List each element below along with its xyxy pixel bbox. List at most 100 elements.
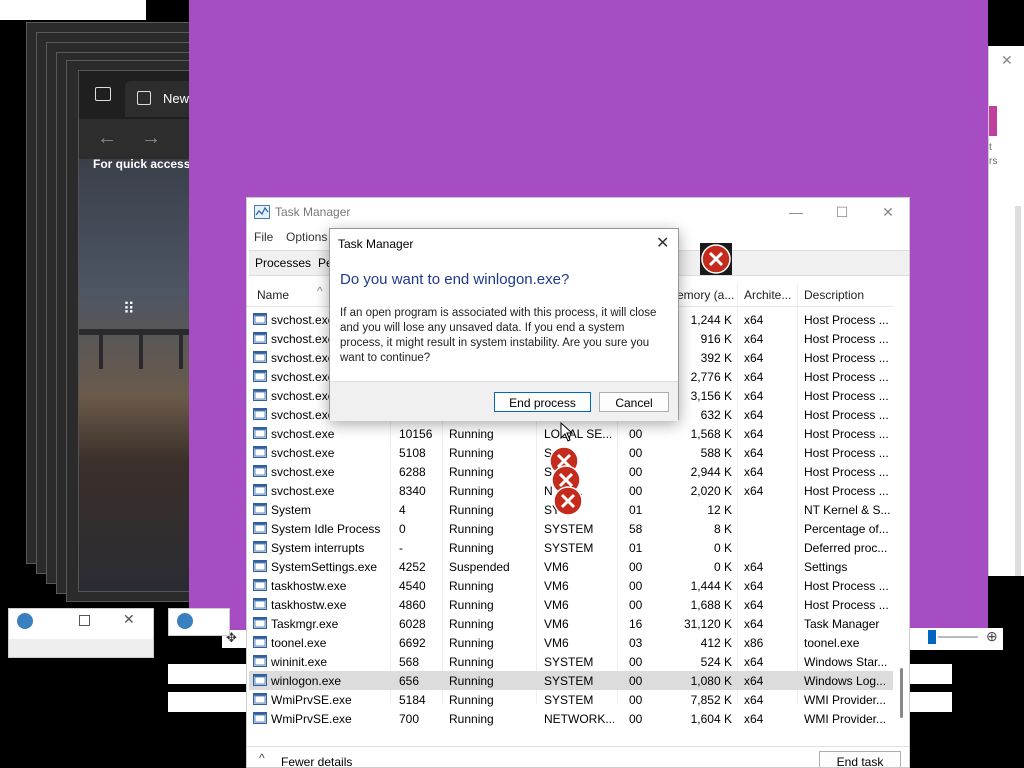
process-name: svchost.exe	[271, 446, 335, 460]
process-pid: 568	[399, 655, 420, 669]
minimize-icon[interactable]: —	[773, 198, 819, 226]
zoom-slider-track[interactable]	[938, 636, 978, 638]
table-row[interactable]: taskhostw.exe 4540 Running VM6 00 1,444 K x64 H…	[249, 576, 893, 595]
process-pid: 656	[399, 674, 420, 688]
process-architecture: x64	[744, 579, 764, 593]
tab-actions-icon[interactable]	[95, 87, 111, 101]
process-memory: 2,020 K	[690, 484, 732, 498]
column-architecture[interactable]: Archite...	[744, 288, 791, 302]
table-row[interactable]: SystemSettings.exe 4252 Suspended VM6 00 0 K x…	[249, 557, 893, 576]
process-user: SYSTEM	[544, 541, 594, 555]
process-status: Running	[449, 655, 494, 669]
process-cpu: 01	[629, 503, 643, 517]
dialog-button-area: End process Cancel	[330, 381, 678, 421]
process-description: NT Kernel & S...	[804, 503, 891, 517]
table-row[interactable]: WmiPrvSE.exe 5184 Running SYSTEM 00 7,852 K x6…	[249, 690, 893, 709]
process-architecture: x64	[744, 712, 764, 726]
dialog-heading: Do you want to end winlogon.exe?	[340, 271, 570, 288]
chevron-up-icon[interactable]: ^	[259, 751, 265, 765]
table-row[interactable]: wininit.exe 568 Running SYSTEM 00 524 K x64 Win…	[249, 652, 893, 671]
maximize-icon[interactable]	[79, 615, 90, 626]
process-icon	[253, 407, 267, 421]
table-row[interactable]: WmiPrvSE.exe 700 Running NETWORK... 00 1,604 …	[249, 709, 893, 728]
process-icon	[253, 312, 267, 326]
column-memory[interactable]: emory (a...	[677, 288, 734, 302]
process-description: Windows Star...	[804, 655, 888, 669]
column-name[interactable]: Name	[257, 288, 289, 302]
process-description: Host Process ...	[804, 408, 889, 422]
close-icon[interactable]: ✕	[656, 233, 669, 253]
process-pid: 4252	[399, 560, 426, 574]
process-description: Host Process ...	[804, 446, 889, 460]
zoom-slider-thumb[interactable]	[928, 630, 936, 644]
back-arrow-icon[interactable]: ←	[97, 127, 117, 150]
table-row[interactable]: System Idle Process 0 Running SYSTEM 58 8 K Pe…	[249, 519, 893, 538]
close-icon[interactable]: ✕	[1001, 52, 1013, 69]
process-status: Running	[449, 541, 494, 555]
scrollbar-thumb[interactable]	[900, 668, 903, 718]
process-icon	[253, 464, 267, 478]
forward-arrow-icon[interactable]: →	[141, 127, 161, 150]
fewer-details-link[interactable]: Fewer details	[281, 755, 352, 767]
apps-grid-icon[interactable]: ⠿	[123, 299, 135, 319]
process-cpu: 00	[629, 712, 643, 726]
process-status: Running	[449, 636, 494, 650]
process-architecture: x64	[744, 655, 764, 669]
white-strip	[168, 692, 248, 712]
white-strip	[910, 664, 952, 684]
process-memory: 1,444 K	[690, 579, 732, 593]
process-user: SYSTEM	[544, 693, 594, 707]
process-icon	[253, 635, 267, 649]
process-memory: 2,944 K	[690, 465, 732, 479]
close-icon[interactable]: ✕	[123, 611, 135, 628]
close-icon[interactable]: ✕	[865, 198, 909, 226]
process-user: VM6	[544, 560, 569, 574]
process-description: Host Process ...	[804, 579, 889, 593]
process-name: taskhostw.exe	[271, 579, 347, 593]
process-cpu: 00	[629, 465, 643, 479]
table-row[interactable]: Taskmgr.exe 6028 Running VM6 16 31,120 K x64 Ta…	[249, 614, 893, 633]
table-row[interactable]: taskhostw.exe 4860 Running VM6 00 1,688 K x64 H…	[249, 595, 893, 614]
maximize-icon[interactable]: ☐	[819, 198, 865, 226]
end-process-button[interactable]: End process	[494, 392, 591, 412]
process-pid: 0	[399, 522, 406, 536]
table-row[interactable]: System interrupts - Running SYSTEM 01 0 K Defe…	[249, 538, 893, 557]
process-status: Running	[449, 693, 494, 707]
task-manager-titlebar[interactable]: Task Manager — ☐ ✕	[247, 198, 909, 226]
process-icon	[253, 578, 267, 592]
menu-file[interactable]: File	[254, 230, 273, 244]
end-task-button[interactable]: End task	[819, 751, 901, 767]
process-cpu: 16	[629, 617, 643, 631]
process-description: Host Process ...	[804, 332, 889, 346]
error-icon	[553, 486, 583, 516]
table-row[interactable]: toonel.exe 6692 Running VM6 03 412 K x86 toonel…	[249, 633, 893, 652]
process-icon	[253, 673, 267, 687]
process-icon	[253, 426, 267, 440]
process-description: Host Process ...	[804, 370, 889, 384]
process-description: Host Process ...	[804, 351, 889, 365]
right-text-2: rs	[989, 156, 998, 167]
process-description: Windows Log...	[804, 674, 887, 688]
right-scrollbar[interactable]	[1015, 206, 1021, 576]
vertical-scrollbar[interactable]	[897, 288, 907, 728]
process-user: VM6	[544, 598, 569, 612]
menu-options[interactable]: Options	[286, 230, 327, 244]
process-architecture: x64	[744, 427, 764, 441]
process-memory: 1,080 K	[690, 674, 732, 688]
tab-processes[interactable]: Processes	[255, 256, 311, 270]
process-icon	[253, 521, 267, 535]
process-description: Settings	[804, 560, 848, 574]
table-row[interactable]: winlogon.exe 656 Running SYSTEM 00 1,080 K x64…	[249, 671, 893, 690]
process-description: WMI Provider...	[804, 693, 887, 707]
process-status: Running	[449, 484, 494, 498]
column-description[interactable]: Description	[804, 288, 864, 302]
process-memory: 8 K	[713, 522, 732, 536]
zoom-in-icon[interactable]: ⊕	[986, 628, 998, 645]
process-memory: 1,688 K	[690, 598, 732, 612]
process-icon	[253, 369, 267, 383]
tab-label: New	[163, 91, 190, 106]
process-pid: -	[399, 541, 403, 555]
cancel-button[interactable]: Cancel	[599, 392, 669, 412]
process-architecture: x86	[744, 636, 764, 650]
process-architecture: x64	[744, 332, 764, 346]
